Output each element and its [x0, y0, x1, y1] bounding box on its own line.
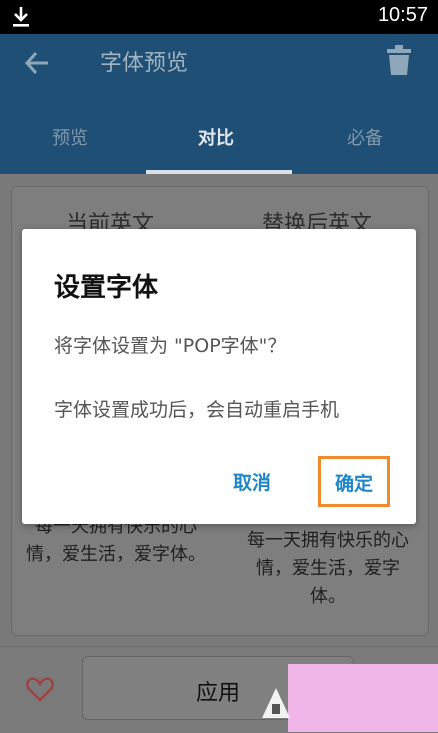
cancel-button-label: 取消 [232, 472, 271, 494]
sample-line: 体。 [310, 586, 346, 607]
sample-line: 每一天拥有快乐的心 [247, 530, 409, 551]
set-font-dialog: 设置字体 将字体设置为 "POP字体"？ 字体设置成功后，会自动重启手机 取消 … [22, 229, 416, 524]
dialog-title: 设置字体 [54, 273, 159, 303]
dialog-message: 将字体设置为 "POP字体"？ [54, 335, 287, 357]
tab-preview[interactable]: 预览 [52, 124, 88, 150]
back-arrow-icon[interactable] [24, 50, 50, 76]
sample-line: 情，爱生活，爱字 [256, 558, 400, 579]
confirm-button[interactable]: 确定 [318, 456, 390, 507]
status-bar [0, 0, 438, 34]
cancel-button[interactable]: 取消 [222, 458, 282, 502]
status-clock: 10:57 [377, 4, 428, 26]
download-icon [13, 7, 29, 27]
tab-must-have[interactable]: 必备 [347, 124, 383, 150]
dialog-restart-note: 字体设置成功后，会自动重启手机 [54, 399, 340, 421]
confirm-button-label: 确定 [334, 473, 373, 495]
replaced-font-sample: 每一天拥有快乐的心 情，爱生活，爱字 体。 [228, 527, 428, 611]
app-bar [0, 34, 438, 174]
tab-compare[interactable]: 对比 [198, 124, 234, 150]
page-title: 字体预览 [100, 51, 189, 76]
watermark-logo-icon [262, 688, 290, 718]
heart-icon[interactable] [26, 676, 54, 702]
trash-icon[interactable] [386, 44, 412, 76]
watermark-overlay [288, 664, 438, 732]
